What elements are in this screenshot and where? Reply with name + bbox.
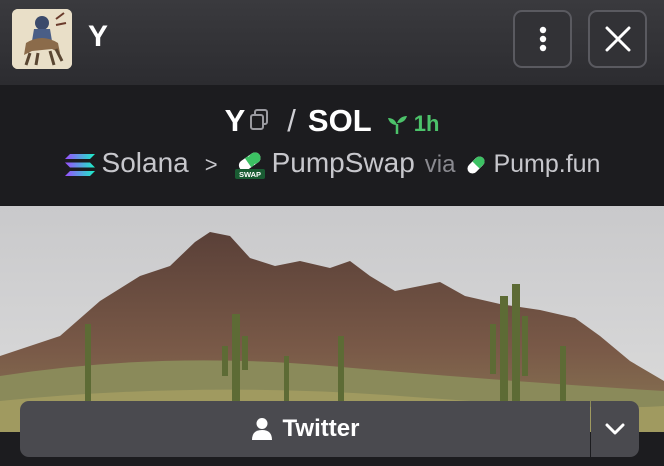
close-button[interactable] xyxy=(588,10,647,68)
top-bar: Y xyxy=(0,0,664,85)
pair-info: Y / SOL 1h Solana > SWAP PumpSwap via Pump.f… xyxy=(0,85,664,205)
dex-name[interactable]: PumpSwap xyxy=(272,147,415,178)
pair-separator: / xyxy=(287,103,296,139)
sprout-icon xyxy=(387,116,407,135)
solana-icon xyxy=(64,153,95,176)
chain-name[interactable]: Solana xyxy=(102,147,189,178)
copy-icon[interactable] xyxy=(249,103,269,139)
pair-age-text: 1h xyxy=(413,111,440,137)
svg-text:SWAP: SWAP xyxy=(239,170,261,179)
launchpad-name[interactable]: Pump.fun xyxy=(493,150,600,178)
chevron-right-icon: > xyxy=(204,152,218,177)
breadcrumb: Solana > SWAP PumpSwap via Pump.fun xyxy=(0,147,664,180)
app-title: Y xyxy=(88,20,109,53)
token-avatar xyxy=(12,9,72,69)
pumpswap-icon: SWAP xyxy=(234,151,265,179)
header-banner-image xyxy=(0,206,664,432)
via-label: via xyxy=(424,151,456,178)
close-icon xyxy=(605,26,630,52)
base-token: Y xyxy=(224,103,246,139)
chevron-down-icon xyxy=(605,423,625,435)
more-vertical-icon xyxy=(539,26,546,52)
twitter-button[interactable]: Twitter xyxy=(20,401,590,457)
links-dropdown-button[interactable] xyxy=(591,401,639,457)
quote-token: SOL xyxy=(307,103,372,139)
more-button[interactable] xyxy=(513,10,572,68)
twitter-label: Twitter xyxy=(282,415,360,442)
user-icon xyxy=(251,418,272,440)
pair-age: 1h xyxy=(386,111,440,137)
pill-icon xyxy=(467,156,485,174)
pair-line: Y / SOL 1h xyxy=(0,103,664,143)
